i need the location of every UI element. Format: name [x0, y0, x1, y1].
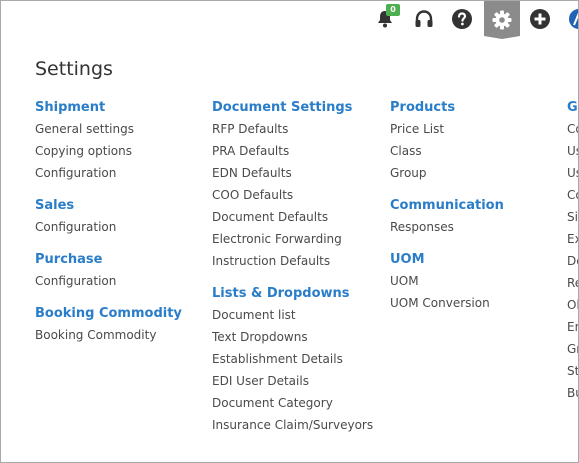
help-question-icon[interactable] — [449, 6, 475, 32]
link-truncated-12[interactable]: Sta — [567, 364, 578, 386]
settings-column-4: Ge Co Us Us Co Sig Ex De Re Ob Em Gr Sta… — [567, 100, 578, 418]
section-purchase: Purchase Configuration — [35, 252, 182, 296]
link-uom[interactable]: UOM — [390, 274, 504, 296]
section-title-general[interactable]: Ge — [567, 100, 578, 122]
section-document-settings: Document Settings RFP Defaults PRA Defau… — [212, 100, 373, 276]
user-avatar-icon[interactable] — [566, 6, 578, 32]
headset-support-icon[interactable] — [411, 6, 437, 32]
link-truncated-8[interactable]: Re — [567, 276, 578, 298]
settings-column-3: Products Price List Class Group Communic… — [390, 100, 504, 328]
link-edi-user-details[interactable]: EDI User Details — [212, 374, 373, 396]
link-truncated-1[interactable]: Co — [567, 122, 578, 144]
link-shipment-configuration[interactable]: Configuration — [35, 166, 182, 188]
section-title-uom[interactable]: UOM — [390, 252, 504, 274]
link-truncated-2[interactable]: Us — [567, 144, 578, 166]
link-truncated-6[interactable]: Ex — [567, 232, 578, 254]
section-title-booking-commodity[interactable]: Booking Commodity — [35, 306, 182, 328]
link-group[interactable]: Group — [390, 166, 504, 188]
section-title-shipment[interactable]: Shipment — [35, 100, 182, 122]
link-booking-commodity[interactable]: Booking Commodity — [35, 328, 182, 350]
settings-column-2: Document Settings RFP Defaults PRA Defau… — [212, 100, 373, 450]
link-rfp-defaults[interactable]: RFP Defaults — [212, 122, 373, 144]
link-purchase-configuration[interactable]: Configuration — [35, 274, 182, 296]
top-toolbar: 0 — [1, 1, 578, 39]
gear-icon — [491, 9, 513, 31]
link-instruction-defaults[interactable]: Instruction Defaults — [212, 254, 373, 276]
link-truncated-3[interactable]: Us — [567, 166, 578, 188]
link-establishment-details[interactable]: Establishment Details — [212, 352, 373, 374]
link-truncated-10[interactable]: Em — [567, 320, 578, 342]
section-title-lists-dropdowns[interactable]: Lists & Dropdowns — [212, 286, 373, 308]
link-truncated-11[interactable]: Gr — [567, 342, 578, 364]
link-truncated-9[interactable]: Ob — [567, 298, 578, 320]
settings-gear-tab[interactable] — [484, 1, 520, 39]
section-products: Products Price List Class Group — [390, 100, 504, 188]
settings-menu-panel: Settings Shipment General settings Copyi… — [1, 37, 578, 462]
link-class[interactable]: Class — [390, 144, 504, 166]
panel-title: Settings — [35, 58, 113, 80]
section-uom: UOM UOM UOM Conversion — [390, 252, 504, 318]
link-truncated-4[interactable]: Co — [567, 188, 578, 210]
settings-column-1: Shipment General settings Copying option… — [35, 100, 182, 360]
link-document-list[interactable]: Document list — [212, 308, 373, 330]
link-document-category[interactable]: Document Category — [212, 396, 373, 418]
section-communication: Communication Responses — [390, 198, 504, 242]
link-pra-defaults[interactable]: PRA Defaults — [212, 144, 373, 166]
link-truncated-7[interactable]: De — [567, 254, 578, 276]
section-title-products[interactable]: Products — [390, 100, 504, 122]
section-title-sales[interactable]: Sales — [35, 198, 182, 220]
section-title-communication[interactable]: Communication — [390, 198, 504, 220]
section-shipment: Shipment General settings Copying option… — [35, 100, 182, 188]
section-sales: Sales Configuration — [35, 198, 182, 242]
link-truncated-13[interactable]: Bu — [567, 386, 578, 408]
link-truncated-5[interactable]: Sig — [567, 210, 578, 232]
link-responses[interactable]: Responses — [390, 220, 504, 242]
link-price-list[interactable]: Price List — [390, 122, 504, 144]
link-general-settings[interactable]: General settings — [35, 122, 182, 144]
add-plus-icon[interactable] — [527, 6, 553, 32]
link-coo-defaults[interactable]: COO Defaults — [212, 188, 373, 210]
link-edn-defaults[interactable]: EDN Defaults — [212, 166, 373, 188]
link-text-dropdowns[interactable]: Text Dropdowns — [212, 330, 373, 352]
section-general-truncated: Ge Co Us Us Co Sig Ex De Re Ob Em Gr Sta… — [567, 100, 578, 408]
link-insurance-claim-surveyors[interactable]: Insurance Claim/Surveyors — [212, 418, 373, 440]
link-document-defaults[interactable]: Document Defaults — [212, 210, 373, 232]
notification-count-badge: 0 — [386, 4, 400, 16]
link-sales-configuration[interactable]: Configuration — [35, 220, 182, 242]
section-title-purchase[interactable]: Purchase — [35, 252, 182, 274]
notifications-bell-icon[interactable]: 0 — [372, 4, 400, 32]
link-uom-conversion[interactable]: UOM Conversion — [390, 296, 504, 318]
section-lists-dropdowns: Lists & Dropdowns Document list Text Dro… — [212, 286, 373, 440]
link-electronic-forwarding[interactable]: Electronic Forwarding — [212, 232, 373, 254]
section-booking-commodity: Booking Commodity Booking Commodity — [35, 306, 182, 350]
settings-window: 0 Settings Shipment General settings Cop… — [0, 0, 579, 463]
section-title-document-settings[interactable]: Document Settings — [212, 100, 373, 122]
link-copying-options[interactable]: Copying options — [35, 144, 182, 166]
